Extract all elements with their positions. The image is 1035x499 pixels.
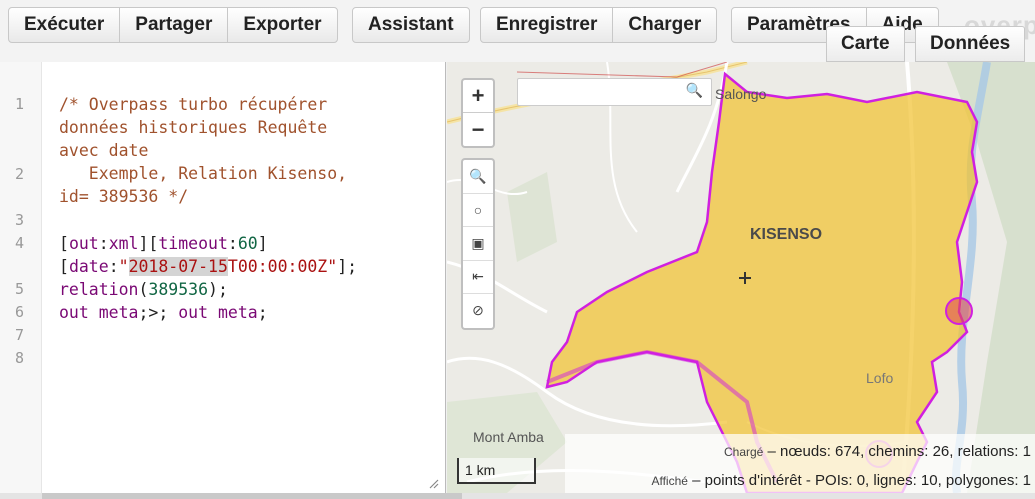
zoom-to-data-button[interactable]: 🔍 [463,160,493,194]
map-label-lofo: Lofo [866,370,894,386]
no-entry-icon: ⊘ [472,302,484,319]
map-scale: 1 km [457,458,536,484]
data-stats: Chargé – nœuds: 674, chemins: 26, relati… [565,434,1035,493]
line-number: 2 [14,165,24,183]
loaded-stats: Chargé – nœuds: 674, chemins: 26, relati… [723,443,1031,460]
arrow-to-edge-icon: ⇤ [472,268,484,285]
line-number: 4 [14,234,24,252]
export-button[interactable]: Exporter [227,7,338,43]
run-share-export-group: Exécuter Partager Exporter [8,7,338,43]
tab-map[interactable]: Carte [826,26,905,62]
tab-data[interactable]: Données [915,26,1026,62]
code-comment-line: données historiques Requête [59,118,328,137]
load-button[interactable]: Charger [612,7,718,43]
date-selection: 2018-07-15 [128,257,228,276]
line-number: 6 [14,303,24,321]
displayed-stats: Affiché – points d'intérêt - POIs: 0, li… [651,472,1031,489]
share-button[interactable]: Partager [119,7,229,43]
code-editor[interactable]: 1 2 3 4 5 6 7 8 /* Overpass turbo récupé… [0,62,446,493]
map-view[interactable]: 🔍 + − 🔍 ○ ▣ ⇤ ⊘ Salongo KISENSO Lofo Mon… [447,62,1035,493]
save-load-group: Enregistrer Charger [480,7,718,43]
zoom-in-button[interactable]: + [463,80,493,113]
line-number: 7 [14,326,24,344]
line-number: 1 [14,95,24,113]
code-comment-line: avec date [59,141,149,160]
code-comment-line: Exemple, Relation Kisenso, [59,164,348,183]
line-number: 3 [14,211,24,229]
line-number: 8 [14,349,24,367]
resize-grip-icon[interactable] [427,477,439,489]
code-relation-line: relation(389536); [59,280,228,299]
code-comment-line: id= 389536 */ [59,187,189,206]
code-settings-line: [out:xml][timeout:60] [59,234,268,253]
wizard-button[interactable]: Assistant [352,7,470,43]
circle-icon: ○ [473,201,483,218]
run-button[interactable]: Exécuter [8,7,121,43]
zoom-out-button[interactable]: − [463,113,493,146]
line-number: 5 [14,280,24,298]
magnifier-icon: 🔍 [469,167,487,184]
map-label-kisenso: KISENSO [750,226,823,243]
code-date-line: [date:"2018-07-15T00:00:00Z"]; [59,257,358,276]
horizontal-scrollbar[interactable] [0,493,1035,499]
zoom-control: + − [461,78,495,148]
line-number-gutter: 1 2 3 4 5 6 7 8 [0,62,42,493]
scrollbar-thumb[interactable] [42,493,462,499]
save-button[interactable]: Enregistrer [480,7,614,43]
locate-button[interactable]: ○ [463,194,493,227]
map-label-salongo: Salongo [715,86,767,102]
image-export-button[interactable]: ▣ [463,227,493,261]
clear-button[interactable]: ⊘ [463,294,493,328]
wizard-group: Assistant [352,7,470,43]
fit-bounds-button[interactable]: ⇤ [463,261,493,294]
image-icon: ▣ [471,234,485,251]
search-icon: 🔍 [685,82,703,98]
map-search-input[interactable]: 🔍 [517,78,712,106]
map-label-mont-amba: Mont Amba [473,429,544,445]
code-output-line: out meta;>; out meta; [59,303,268,322]
map-tools: 🔍 ○ ▣ ⇤ ⊘ [461,158,495,330]
code-comment-line: /* Overpass turbo récupérer [59,95,328,114]
